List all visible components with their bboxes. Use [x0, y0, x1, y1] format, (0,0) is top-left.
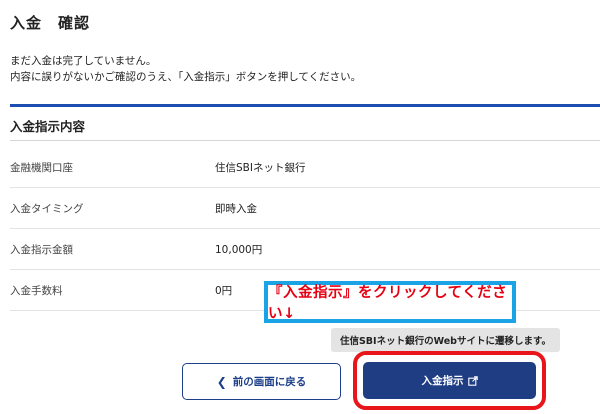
- detail-value: 0円: [215, 285, 233, 297]
- detail-label: 入金タイミング: [10, 203, 84, 215]
- page-title: 入金 確認: [10, 14, 91, 32]
- detail-value: 住信SBIネット銀行: [215, 162, 306, 174]
- back-button[interactable]: ❮ 前の画面に戻る: [182, 363, 341, 400]
- transition-note: 住信SBIネット銀行のWebサイトに遷移します。: [331, 328, 560, 352]
- notice-message: まだ入金は完了していません。 内容に誤りがないかご確認のうえ、「入金指示」ボタン…: [10, 53, 361, 85]
- heading-divider: [10, 140, 600, 141]
- detail-label: 入金手数料: [10, 285, 63, 297]
- detail-label: 入金指示金額: [10, 244, 73, 256]
- detail-row-timing: 入金タイミング 即時入金: [10, 188, 600, 229]
- submit-deposit-button[interactable]: 入金指示: [363, 362, 536, 399]
- detail-label: 金融機関口座: [10, 162, 73, 174]
- callout-text: 『入金指示』をクリックしてください↓: [268, 285, 508, 322]
- detail-value: 10,000円: [215, 244, 263, 256]
- external-link-icon: [467, 375, 478, 386]
- notice-line-2: 内容に誤りがないかご確認のうえ、「入金指示」ボタンを押してください。: [10, 71, 362, 83]
- chevron-left-icon: ❮: [216, 374, 227, 389]
- section-heading: 入金指示内容: [10, 119, 86, 134]
- section-divider: [10, 104, 600, 107]
- back-button-label: 前の画面に戻る: [232, 376, 307, 388]
- instruction-callout: 『入金指示』をクリックしてください↓: [264, 281, 516, 323]
- notice-line-1: まだ入金は完了していません。: [10, 55, 157, 67]
- submit-button-label: 入金指示: [421, 375, 464, 387]
- detail-value: 即時入金: [215, 203, 257, 215]
- detail-row-amount: 入金指示金額 10,000円: [10, 229, 600, 270]
- detail-row-account: 金融機関口座 住信SBIネット銀行: [10, 147, 600, 188]
